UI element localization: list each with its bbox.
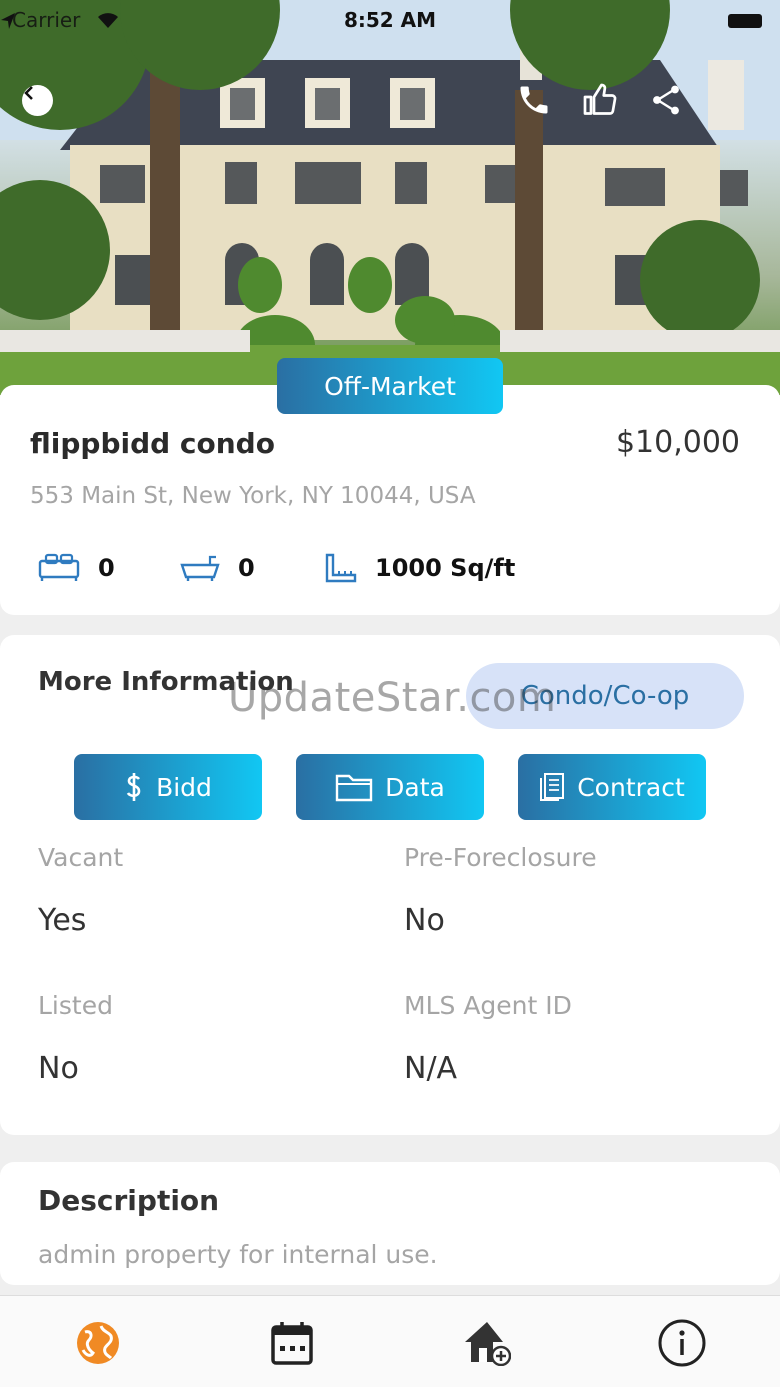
contract-button[interactable]: Contract (518, 754, 706, 820)
status-badge: Off-Market (277, 358, 503, 414)
battery-icon (728, 14, 762, 28)
listing-summary-card: flippbidd condo $10,000 553 Main St, New… (0, 385, 780, 615)
chevron-left-icon (24, 86, 33, 100)
ruler-icon (325, 553, 357, 583)
phone-icon (520, 86, 548, 114)
tab-info[interactable] (657, 1318, 707, 1368)
back-button[interactable] (22, 85, 53, 116)
tab-add-property[interactable] (462, 1318, 512, 1368)
globe-icon (77, 1322, 119, 1364)
bathrooms-count: 0 (238, 554, 255, 582)
listing-title: flippbidd condo (30, 427, 275, 460)
calendar-icon (271, 1322, 313, 1365)
house-illustration (0, 0, 780, 395)
tab-calendar[interactable] (267, 1318, 317, 1368)
data-button[interactable]: Data (296, 754, 484, 820)
bedrooms-spec: 0 (38, 553, 115, 583)
share-button[interactable] (648, 82, 684, 118)
info-icon (658, 1319, 706, 1367)
location-arrow-icon (1, 13, 15, 29)
watermark: UpdateStar.com (228, 675, 557, 721)
status-bar: Carrier 8:52 AM (0, 6, 780, 36)
dollar-icon (126, 773, 141, 801)
bed-icon (38, 553, 80, 581)
listed-label: Listed (38, 991, 113, 1020)
bedrooms-count: 0 (98, 554, 115, 582)
vacant-value: Yes (38, 903, 87, 938)
contract-button-label: Contract (577, 772, 685, 802)
listed-value: No (38, 1051, 79, 1086)
call-button[interactable] (516, 82, 552, 118)
bathtub-icon (180, 555, 220, 581)
data-button-label: Data (385, 772, 445, 802)
vacant-label: Vacant (38, 843, 124, 872)
description-text: admin property for internal use. (38, 1240, 438, 1269)
bidd-button-label: Bidd (156, 772, 212, 802)
document-icon (540, 773, 565, 801)
share-icon (653, 85, 679, 115)
area-value: 1000 Sq/ft (375, 554, 516, 582)
description-card: Description admin property for internal … (0, 1162, 780, 1285)
tab-explore[interactable] (73, 1318, 123, 1368)
property-photo: Carrier 8:52 AM (0, 0, 780, 395)
preforeclosure-value: No (404, 903, 445, 938)
listing-price: $10,000 (615, 425, 740, 460)
folder-icon (335, 774, 373, 802)
add-home-icon (465, 1322, 511, 1366)
bidd-button[interactable]: Bidd (74, 754, 262, 820)
listing-address: 553 Main St, New York, NY 10044, USA (30, 483, 476, 509)
mls-agent-id-label: MLS Agent ID (404, 991, 572, 1020)
bottom-tab-bar (0, 1295, 780, 1387)
thumbs-up-icon (583, 83, 617, 115)
bathrooms-spec: 0 (180, 553, 255, 583)
clock: 8:52 AM (343, 8, 437, 32)
description-heading: Description (38, 1184, 220, 1217)
more-information-card: More Information Condo/Co-op UpdateStar.… (0, 635, 780, 1135)
area-spec: 1000 Sq/ft (325, 553, 515, 583)
mls-agent-id-value: N/A (404, 1051, 458, 1086)
preforeclosure-label: Pre-Foreclosure (404, 843, 597, 872)
like-button[interactable] (582, 82, 618, 118)
